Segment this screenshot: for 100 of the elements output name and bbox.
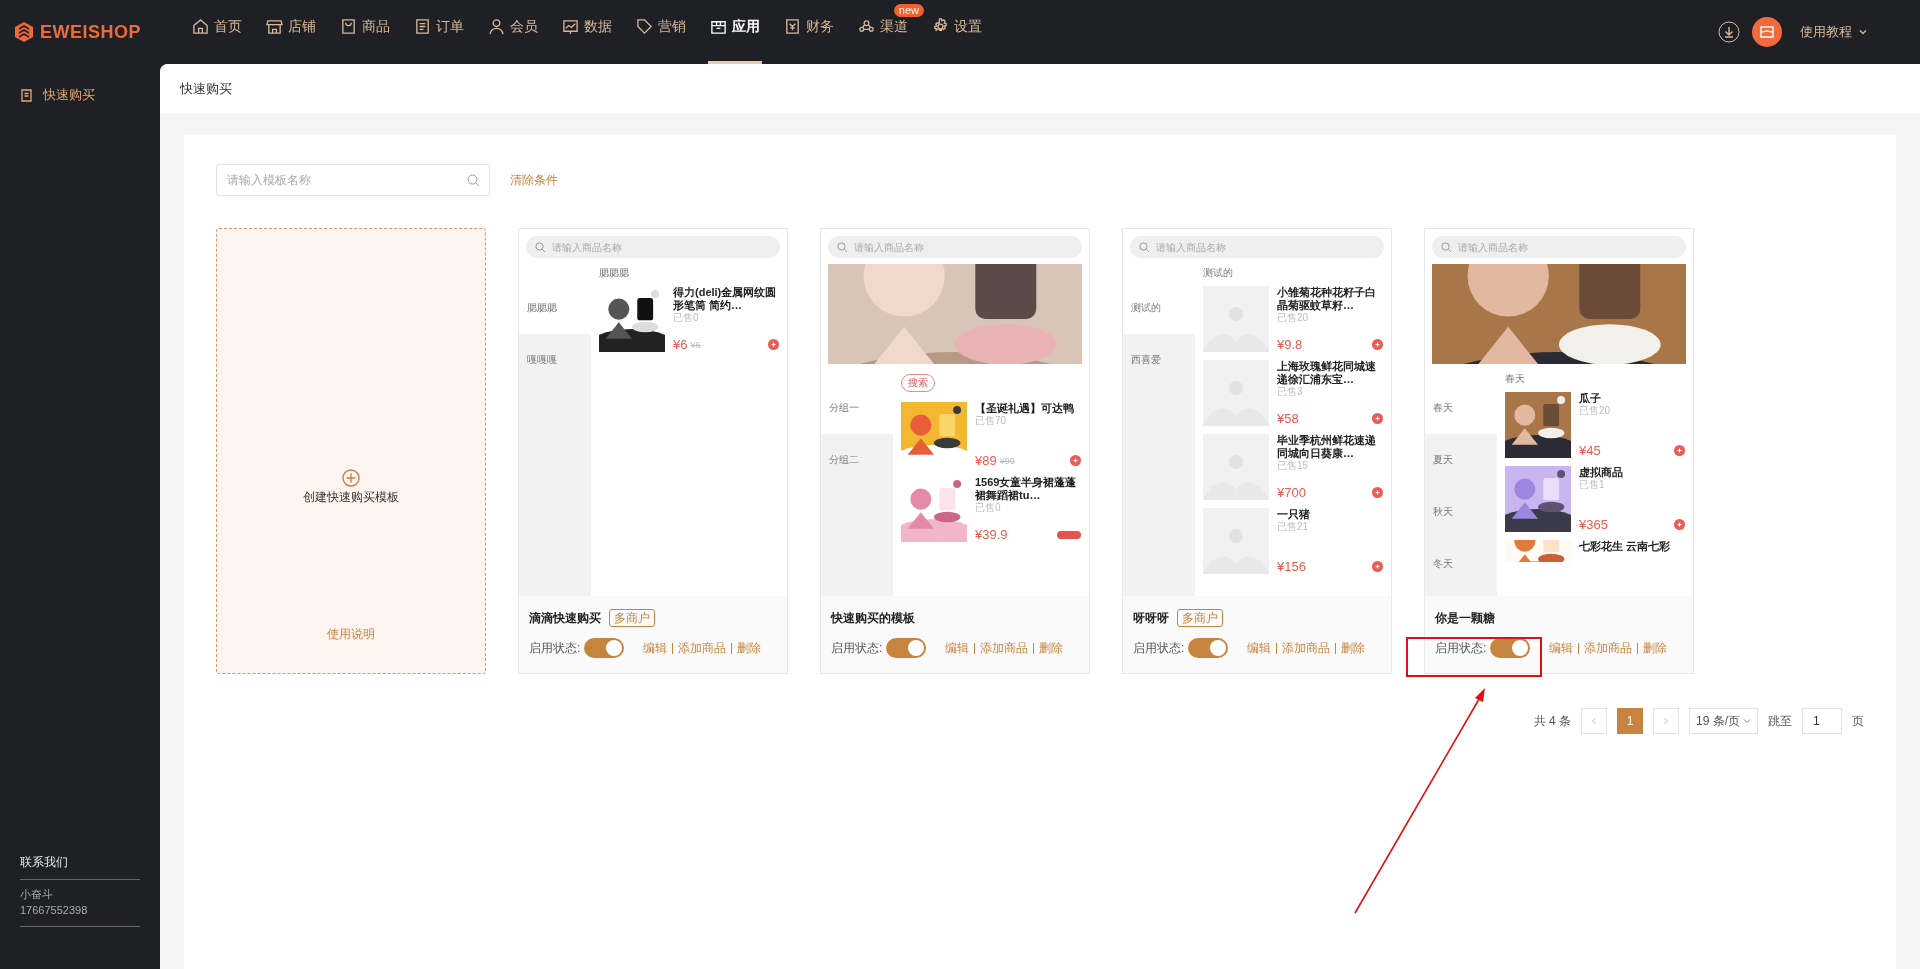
nav-tab[interactable]: 营销 (634, 18, 688, 64)
image-placeholder-icon (1203, 508, 1269, 574)
product-price: ¥365 (1579, 517, 1608, 532)
status-toggle[interactable] (1490, 638, 1531, 658)
tutorial-menu[interactable]: 使用教程 (1794, 22, 1874, 42)
jump-label: 跳至 (1768, 712, 1792, 730)
original-price: ¥6 (690, 339, 701, 350)
category-heading: 春天 (1505, 372, 1526, 386)
sold-count: 已售15 (1277, 460, 1310, 472)
store-icon (1760, 25, 1774, 39)
image-placeholder-icon (1203, 434, 1269, 500)
sold-count: 已售0 (975, 502, 1002, 514)
product-price: ¥45 (1579, 443, 1601, 458)
status-label: 启用状态: (1133, 639, 1185, 657)
chevron-icon (1858, 27, 1868, 37)
chevron-right-icon (1662, 717, 1670, 725)
sidebar-item[interactable]: 快速购买 (0, 84, 160, 106)
category-item: 嘎嘎嘎 (526, 353, 558, 367)
sold-count: 已售0 (673, 312, 700, 324)
product-name: 虚拟商品 (1579, 466, 1624, 479)
chart-icon (562, 18, 579, 35)
add-icon (1372, 561, 1383, 572)
original-price: ¥99 (999, 455, 1015, 466)
add-icon (1372, 339, 1383, 350)
create-template-button[interactable]: 创建快速购买模板 (303, 469, 399, 506)
contact-title: 联系我们 (20, 854, 140, 880)
product-price: ¥39.9 (975, 527, 1008, 542)
new-badge: new (893, 4, 924, 17)
avatar[interactable] (1752, 17, 1782, 47)
product-price: ¥9.8 (1277, 337, 1303, 352)
sold-count: 已售1 (1579, 479, 1606, 491)
template-name: 滴滴快速购买 (529, 609, 601, 627)
plus-icon (342, 469, 360, 487)
search-icon (467, 174, 480, 187)
create-card[interactable]: 创建快速购买模板 使用说明 (216, 228, 486, 674)
sold-count: 已售3 (1277, 386, 1304, 398)
status-toggle[interactable] (886, 638, 927, 658)
search-field[interactable]: 请输入模板名称 (216, 164, 490, 196)
nav-tab[interactable]: 数据 (560, 18, 614, 64)
add-icon (1674, 519, 1685, 530)
status-toggle[interactable] (1188, 638, 1229, 658)
spec-pill (1057, 530, 1081, 539)
nav-tab[interactable]: 订单 (412, 18, 466, 64)
product-name: 七彩花生 云南七彩 (1579, 540, 1672, 553)
box-icon (710, 18, 727, 35)
product-name: 1569女童半身裙蓬蓬裙舞蹈裙tu… (975, 476, 1078, 502)
receipt-icon (784, 18, 801, 35)
nav-tab[interactable]: 商品 (338, 18, 392, 64)
document-icon (20, 88, 33, 102)
product-name: 小雏菊花种花籽子白晶菊驱蚊草籽… (1277, 286, 1377, 312)
product-price: ¥58 (1277, 411, 1299, 426)
product-name: 毕业季杭州鲜花速递同城向日葵康… (1277, 434, 1377, 460)
home-icon (192, 18, 209, 35)
product-name: 一只猪 (1277, 508, 1311, 521)
breadcrumb: 快速购买 (180, 79, 232, 98)
status-toggle[interactable] (584, 638, 625, 658)
bag-icon (340, 18, 357, 35)
merchant-tag: 多商户 (1177, 609, 1223, 627)
chevron-icon (1743, 717, 1751, 725)
nav-tab[interactable]: 财务 (782, 18, 836, 64)
nav-tab[interactable]: 首页 (190, 18, 244, 64)
merchant-tag: 多商户 (609, 609, 655, 627)
add-icon (1070, 455, 1081, 466)
status-label: 启用状态: (1435, 639, 1487, 657)
add-icon (1372, 487, 1383, 498)
logo-icon (14, 21, 34, 43)
sold-count: 已售20 (1579, 405, 1612, 417)
document-icon (414, 18, 431, 35)
download-icon[interactable] (1718, 21, 1740, 43)
image-placeholder-icon (1203, 360, 1269, 426)
nav-tab[interactable]: 店铺 (264, 18, 318, 64)
page-size-select[interactable]: 19 条/页 (1689, 708, 1758, 734)
product-price: ¥700 (1277, 485, 1306, 500)
add-icon (1372, 413, 1383, 424)
chevron-left-icon (1590, 717, 1598, 725)
product-name: 【圣诞礼遇】可达鸭 (975, 402, 1075, 415)
contact-name: 小奋斗 (20, 887, 54, 902)
category-item: 西喜爱 (1130, 353, 1162, 367)
category-item: 分组二 (828, 453, 860, 467)
product-name: 瓜子 (1579, 392, 1602, 405)
sold-count: 已售70 (975, 415, 1008, 427)
category-heading: 腮腮腮 (599, 266, 630, 280)
nav-tab[interactable]: 渠道 (856, 18, 910, 64)
template-name: 你是一颗糖 (1435, 609, 1495, 627)
tag-icon (636, 18, 653, 35)
category-item: 秋天 (1432, 505, 1454, 519)
category-item: 夏天 (1432, 453, 1454, 467)
network-icon (858, 18, 875, 35)
total-count: 共 4 条 (1533, 712, 1571, 730)
image-placeholder-icon (1203, 286, 1269, 352)
status-label: 启用状态: (529, 639, 581, 657)
page-input[interactable]: 1 (1802, 708, 1842, 734)
sold-count: 已售20 (1277, 312, 1310, 324)
template-name: 呀呀呀 (1133, 609, 1169, 627)
status-label: 启用状态: (831, 639, 883, 657)
nav-tab[interactable]: 设置 (930, 18, 984, 64)
category-heading: 测试的 (1203, 266, 1234, 280)
nav-tab[interactable]: 会员 (486, 18, 540, 64)
category-item: 冬天 (1432, 557, 1454, 571)
product-price: ¥6 (673, 337, 688, 352)
